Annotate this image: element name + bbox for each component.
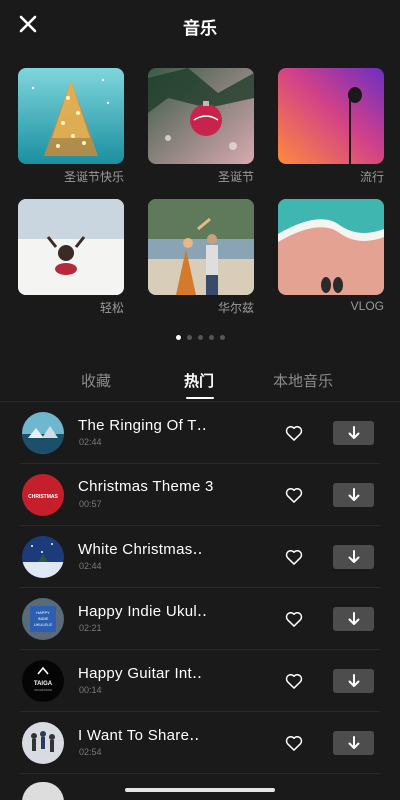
svg-text:INDIE: INDIE (38, 616, 49, 621)
page-title: 音乐 (183, 19, 217, 38)
favorite-button[interactable] (284, 671, 304, 691)
category-thumbnail (278, 199, 384, 295)
track-cover: TAIGA SOUND PROD (22, 660, 64, 702)
track-title: I Want To Share‥ (78, 727, 200, 744)
track-duration: 02:21 (79, 623, 102, 633)
category-label: VLOG (350, 299, 384, 313)
track-title: The Ringing Of T‥ (78, 417, 208, 434)
tab-local-music[interactable]: 本地音乐 (273, 370, 333, 391)
header: 音乐 (0, 0, 400, 52)
category-thumbnail (18, 68, 124, 164)
page-dot (175, 335, 181, 340)
category-thumbnail (18, 199, 124, 295)
category-label: 华尔兹 (217, 301, 254, 315)
svg-text:TAIGA: TAIGA (34, 681, 53, 687)
download-button[interactable] (333, 669, 374, 693)
svg-text:UKULELE: UKULELE (34, 622, 53, 627)
tab-bar: 收藏 热门 本地音乐 (0, 362, 400, 402)
download-button[interactable] (333, 607, 374, 631)
category-christmas[interactable]: 圣诞节 (148, 68, 254, 188)
download-arrow-icon (348, 488, 359, 501)
category-label: 流行 (359, 170, 384, 184)
track-title: Happy Guitar Int‥ (78, 665, 203, 682)
page-dot (208, 335, 214, 340)
category-waltz[interactable]: 华尔兹 (148, 199, 254, 319)
track-duration: 02:44 (79, 437, 102, 447)
tab-favorites[interactable]: 收藏 (81, 370, 111, 391)
category-relax[interactable]: 轻松 (18, 199, 124, 319)
tab-popular[interactable]: 热门 (184, 370, 214, 391)
track-duration: 00:14 (79, 685, 102, 695)
download-button[interactable] (333, 545, 374, 569)
favorite-button[interactable] (284, 485, 304, 505)
track-row[interactable]: The Ringing Of T‥ 02:44 (0, 402, 400, 464)
svg-text:SOUND PROD: SOUND PROD (34, 688, 52, 692)
track-row[interactable]: TAIGA SOUND PROD Happy Guitar Int‥ 00:14 (0, 650, 400, 712)
active-tab-indicator (186, 397, 214, 399)
heart-icon (285, 673, 303, 689)
svg-text:CHRISTMAS: CHRISTMAS (28, 494, 58, 500)
category-label: 圣诞节快乐 (63, 170, 124, 184)
category-pop[interactable]: 流行 (278, 68, 384, 188)
favorite-button[interactable] (284, 547, 304, 567)
svg-text:HAPPY: HAPPY (36, 610, 50, 615)
track-title: Christmas Theme 3 (78, 478, 214, 495)
track-duration: 02:44 (79, 561, 102, 571)
track-row[interactable]: CHRISTMAS Christmas Theme 3 00:57 (0, 464, 400, 526)
download-arrow-icon (348, 612, 359, 625)
track-title: Happy Indie Ukul‥ (78, 603, 208, 620)
category-vlog[interactable]: VLOG (278, 199, 384, 319)
category-label: 圣诞节 (217, 170, 254, 184)
track-duration: 02:54 (79, 747, 102, 757)
heart-icon (285, 611, 303, 627)
page-dot (186, 335, 192, 340)
category-thumbnail (278, 68, 384, 164)
heart-icon (285, 549, 303, 565)
favorite-button[interactable] (284, 423, 304, 443)
track-cover (22, 722, 64, 764)
favorite-button[interactable] (284, 609, 304, 629)
download-button[interactable] (333, 483, 374, 507)
track-cover (22, 412, 64, 454)
row-divider (20, 773, 380, 774)
heart-icon (285, 425, 303, 441)
heart-icon (285, 487, 303, 503)
track-row[interactable]: HAPPY INDIE UKULELE Happy Indie Ukul‥ 02… (0, 588, 400, 650)
download-button[interactable] (333, 731, 374, 755)
page-dot (197, 335, 203, 340)
page-indicator (0, 335, 400, 340)
home-indicator[interactable] (125, 788, 275, 792)
download-arrow-icon (348, 736, 359, 749)
download-arrow-icon (348, 550, 359, 563)
track-cover: CHRISTMAS (22, 474, 64, 516)
page-dot (219, 335, 225, 340)
track-duration: 00:57 (79, 499, 102, 509)
category-label: 轻松 (99, 301, 124, 315)
download-button[interactable] (333, 421, 374, 445)
track-title: White Christmas‥ (78, 541, 203, 558)
category-christmas-happy[interactable]: 圣诞节快乐 (18, 68, 124, 188)
track-row[interactable]: White Christmas‥ 02:44 (0, 526, 400, 588)
track-cover (22, 536, 64, 578)
track-cover-partial (22, 782, 64, 800)
heart-icon (285, 735, 303, 751)
download-arrow-icon (348, 426, 359, 439)
category-thumbnail (148, 68, 254, 164)
track-cover: HAPPY INDIE UKULELE (22, 598, 64, 640)
favorite-button[interactable] (284, 733, 304, 753)
category-thumbnail (148, 199, 254, 295)
track-row[interactable]: I Want To Share‥ 02:54 (0, 712, 400, 774)
download-arrow-icon (348, 674, 359, 687)
